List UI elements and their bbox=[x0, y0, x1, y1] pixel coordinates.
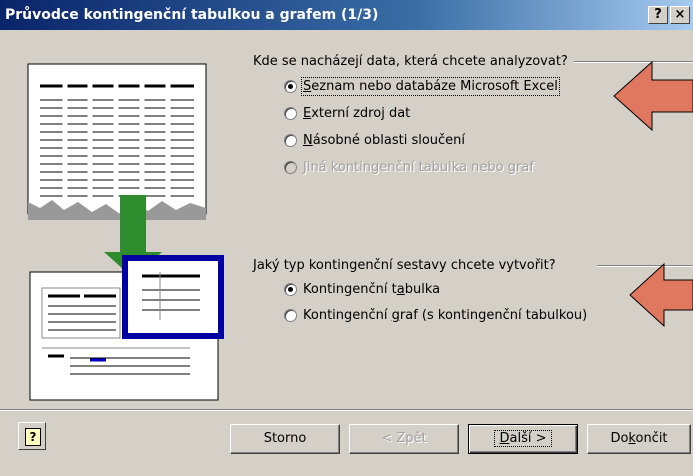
option-pivot-chart[interactable]: Kontingenční graf (s kontingenční tabulk… bbox=[284, 305, 587, 325]
help-title-button[interactable]: ? bbox=[648, 6, 668, 24]
pivot-highlight-frame bbox=[122, 255, 224, 339]
radio-label-pivot-chart: Kontingenční graf (s kontingenční tabulk… bbox=[303, 307, 588, 323]
close-button[interactable]: × bbox=[670, 6, 690, 24]
back-button: < Zpět bbox=[349, 424, 459, 454]
radio-pivot-chart[interactable] bbox=[284, 308, 297, 322]
window-title: Průvodce kontingenční tabulkou a grafem … bbox=[5, 7, 379, 23]
report-group-label: Jaký typ kontingenční sestavy chcete vyt… bbox=[253, 258, 562, 273]
radio-other-pivot bbox=[284, 160, 297, 174]
radio-label-multiple-ranges: Násobné oblasti sloučení bbox=[303, 132, 466, 148]
pointer-arrow-icon bbox=[613, 60, 693, 132]
bottom-divider bbox=[0, 409, 693, 411]
option-external-source[interactable]: Externí zdroj dat bbox=[284, 103, 410, 123]
wizard-illustration bbox=[27, 63, 224, 401]
finish-button[interactable]: Dokončit bbox=[587, 424, 691, 454]
help-icon: ? bbox=[25, 428, 41, 446]
radio-label-other-pivot: Jiná kontingenční tabulka nebo graf bbox=[303, 159, 534, 175]
pointer-arrow-icon-2 bbox=[629, 262, 693, 328]
option-multiple-ranges[interactable]: Násobné oblasti sloučení bbox=[284, 130, 465, 150]
title-bar: Průvodce kontingenční tabulkou a grafem … bbox=[0, 0, 693, 30]
option-excel-list[interactable]: Seznam nebo databáze Microsoft Excel bbox=[284, 76, 560, 96]
radio-label-external-source: Externí zdroj dat bbox=[303, 105, 411, 121]
option-pivot-table[interactable]: Kontingenční tabulka bbox=[284, 279, 440, 299]
radio-external-source[interactable] bbox=[284, 106, 297, 120]
source-group-label: Kde se nacházejí data, která chcete anal… bbox=[253, 54, 574, 69]
radio-label-excel-list: Seznam nebo databáze Microsoft Excel bbox=[301, 76, 560, 96]
radio-multiple-ranges[interactable] bbox=[284, 133, 297, 147]
help-button[interactable]: ? bbox=[18, 422, 46, 450]
radio-label-pivot-table: Kontingenční tabulka bbox=[303, 281, 441, 297]
cancel-button[interactable]: Storno bbox=[230, 424, 340, 454]
option-other-pivot: Jiná kontingenční tabulka nebo graf bbox=[284, 157, 534, 177]
radio-pivot-table[interactable] bbox=[284, 282, 297, 296]
next-button[interactable]: Další > bbox=[468, 424, 578, 454]
radio-excel-list[interactable] bbox=[284, 79, 297, 93]
